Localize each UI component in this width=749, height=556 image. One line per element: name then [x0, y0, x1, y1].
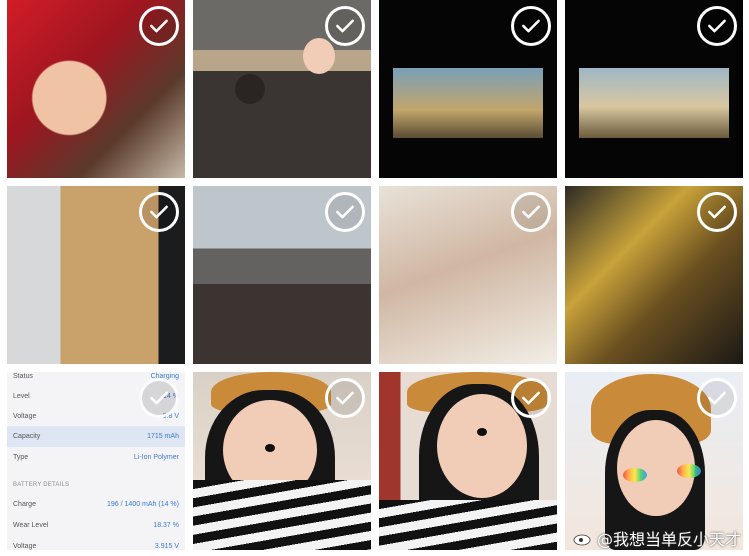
checkmark-icon[interactable] — [697, 378, 737, 418]
checkmark-icon[interactable] — [511, 6, 551, 46]
battery-row-label: Voltage — [13, 413, 37, 420]
battery-detail-row: Wear Level 18.37 % — [7, 515, 185, 536]
battery-row-label: Status — [13, 373, 33, 380]
cinema-screen — [579, 68, 729, 138]
weibo-icon — [573, 534, 591, 546]
checkmark-icon[interactable] — [325, 378, 365, 418]
watermark-text: @我想当单反小天才 — [596, 530, 741, 549]
checkmark-icon[interactable] — [697, 192, 737, 232]
checkmark-icon[interactable] — [697, 6, 737, 46]
battery-detail-row: Voltage 3.915 V — [7, 536, 185, 550]
person-figure — [303, 38, 335, 74]
battery-detail-value: 196 / 1400 mAh (14 %) — [107, 501, 179, 508]
weibo-watermark: @我想当单反小天才 — [573, 526, 741, 550]
battery-detail-label: Voltage — [13, 543, 37, 550]
nose — [477, 428, 487, 436]
battery-detail-value: 3.915 V — [154, 543, 179, 550]
battery-row-label: Capacity — [13, 433, 41, 440]
battery-row-value: 1715 mAh — [147, 433, 179, 440]
checkmark-icon[interactable] — [325, 192, 365, 232]
cinema-screen — [393, 68, 543, 138]
gallery-tile[interactable] — [565, 0, 743, 178]
gallery-tile[interactable] — [193, 372, 371, 550]
gallery-tile[interactable] — [193, 0, 371, 178]
battery-detail-label: Wear Level — [13, 522, 49, 529]
checkmark-icon[interactable] — [139, 192, 179, 232]
gallery-tile[interactable] — [379, 0, 557, 178]
rainbow-heart — [623, 468, 647, 482]
gallery-tile[interactable] — [193, 186, 371, 364]
checkmark-icon[interactable] — [139, 6, 179, 46]
checkmark-icon[interactable] — [139, 378, 179, 418]
gallery-tile[interactable] — [379, 186, 557, 364]
striped-sweater — [193, 480, 371, 550]
checkmark-icon[interactable] — [325, 6, 365, 46]
battery-detail-value: 18.37 % — [153, 522, 179, 529]
battery-row-capacity: Capacity 1715 mAh — [7, 426, 185, 447]
battery-detail-label: Charge — [13, 501, 36, 508]
gallery-tile[interactable] — [379, 372, 557, 550]
gallery-tile[interactable] — [565, 372, 743, 550]
gallery-tile[interactable] — [565, 186, 743, 364]
gallery-tile[interactable] — [7, 0, 185, 178]
battery-section-title: BATTERY DETAILS — [13, 482, 70, 488]
person-figure — [235, 74, 265, 104]
striped-sweater — [379, 500, 557, 550]
battery-row: Type Li-Ion Polymer — [7, 447, 185, 468]
gallery-tile[interactable]: Status Charging Level 14 % Voltage 3.8 V… — [7, 372, 185, 550]
nose — [265, 444, 275, 452]
checkmark-icon[interactable] — [511, 378, 551, 418]
rainbow-heart — [677, 464, 701, 478]
battery-row-label: Level — [13, 393, 30, 400]
gallery-tile[interactable] — [7, 186, 185, 364]
checkmark-icon[interactable] — [511, 192, 551, 232]
battery-detail-row: Charge 196 / 1400 mAh (14 %) — [7, 494, 185, 515]
battery-row-value: Li-Ion Polymer — [133, 454, 179, 461]
battery-row-label: Type — [13, 454, 29, 461]
